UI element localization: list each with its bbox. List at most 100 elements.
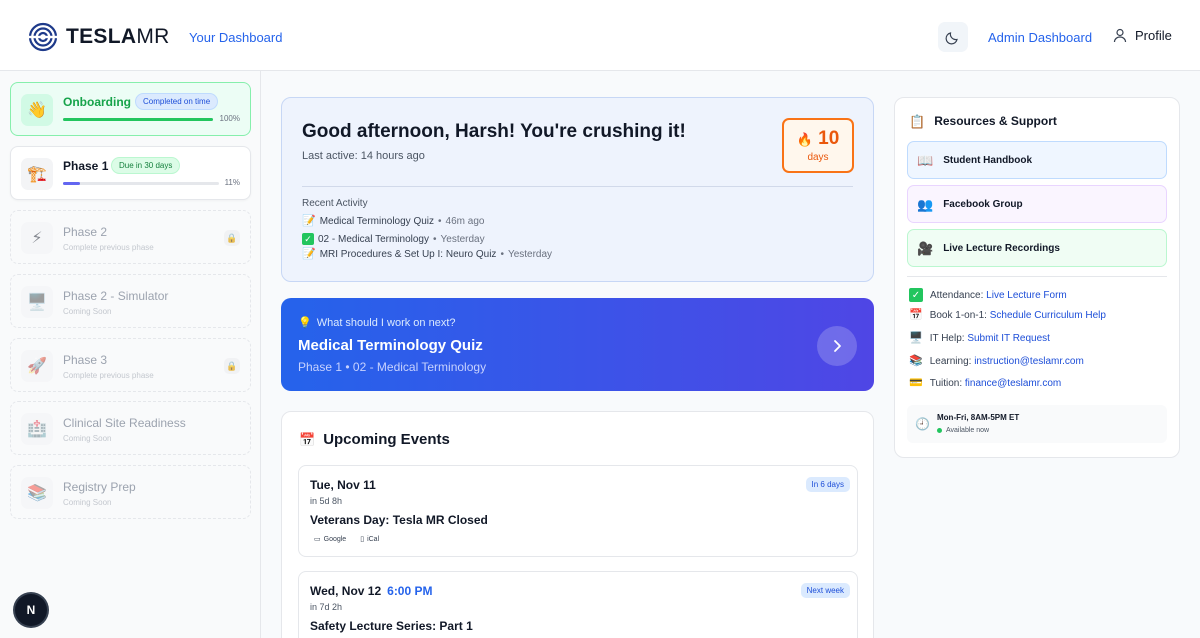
people-icon: 👥 bbox=[917, 196, 934, 212]
rocket-icon: 🚀 bbox=[21, 350, 53, 382]
calendar-icon: 📅 bbox=[299, 432, 316, 447]
phase-subtitle: Complete previous phase bbox=[63, 371, 154, 380]
lock-icon: 🔒 bbox=[224, 358, 240, 374]
divider bbox=[907, 276, 1167, 277]
phase-1[interactable]: 🏗️ Phase 1 Due in 30 days 11% bbox=[10, 146, 251, 200]
phase-onboarding[interactable]: 👋 Onboarding Completed on time 100% bbox=[10, 82, 251, 136]
monitor-icon: 🖥️ bbox=[21, 286, 53, 318]
profile-menu[interactable]: Profile bbox=[1113, 28, 1172, 43]
availability-status: Available now bbox=[937, 427, 989, 434]
check-icon: ✓ bbox=[909, 288, 923, 302]
lock-icon: 🔒 bbox=[224, 230, 240, 246]
event-date: Wed, Nov 12 6:00 PM bbox=[310, 584, 433, 598]
greeting-heading: Good afternoon, Harsh! You're crushing i… bbox=[302, 121, 686, 142]
activity-item[interactable]: 📝 Medical Terminology Quiz • 46m ago bbox=[302, 216, 484, 228]
memo-icon: 📝 bbox=[302, 248, 316, 260]
books-icon: 📚 bbox=[909, 355, 923, 367]
hours-text: Mon-Fri, 8AM-5PM ET bbox=[937, 413, 1020, 422]
phase-title: Phase 2 - Simulator bbox=[63, 289, 169, 303]
check-icon: ✓ bbox=[302, 233, 314, 245]
book-icon: 📖 bbox=[917, 152, 934, 168]
last-active-text: Last active: 14 hours ago bbox=[302, 150, 425, 162]
logo[interactable]: TESLAMR bbox=[28, 22, 170, 52]
profile-label: Profile bbox=[1135, 28, 1172, 43]
phase-registry-prep[interactable]: 📚 Registry Prep Coming Soon bbox=[10, 465, 251, 519]
ical-link[interactable]: ▯ iCal bbox=[360, 535, 379, 544]
phase-subtitle: Complete previous phase bbox=[63, 243, 154, 252]
bolt-icon: ⚡ bbox=[21, 222, 53, 254]
status-dot bbox=[937, 428, 942, 433]
logo-icon bbox=[28, 22, 58, 52]
resources-card: 📋 Resources & Support 📖 Student Handbook … bbox=[894, 97, 1180, 458]
status-badge: Completed on time bbox=[135, 93, 219, 110]
support-hours: 🕘 Mon-Fri, 8AM-5PM ET Available now bbox=[907, 405, 1167, 443]
card-icon: 💳 bbox=[909, 377, 923, 389]
wave-icon: 👋 bbox=[21, 94, 53, 126]
chevron-right-icon bbox=[834, 340, 841, 352]
next-task-card[interactable]: 💡 What should I work on next? Medical Te… bbox=[281, 298, 874, 391]
event-badge: Next week bbox=[800, 583, 850, 598]
streak-value: 🔥 10 bbox=[796, 128, 840, 149]
event-countdown: in 5d 8h bbox=[310, 496, 343, 506]
attendance-line: ✓ Attendance: Live Lecture Form bbox=[909, 288, 1067, 302]
event-name: Safety Lecture Series: Part 1 bbox=[310, 619, 473, 633]
facebook-group-button[interactable]: 👥 Facebook Group bbox=[907, 185, 1167, 223]
fire-icon: 🔥 bbox=[796, 132, 813, 147]
due-badge: Due in 30 days bbox=[111, 157, 181, 174]
phase-2-simulator[interactable]: 🖥️ Phase 2 - Simulator Coming Soon bbox=[10, 274, 251, 328]
recent-activity-title: Recent Activity bbox=[302, 198, 368, 209]
user-icon bbox=[1113, 28, 1127, 43]
book-one-on-one-line: 📅 Book 1-on-1: Schedule Curriculum Help bbox=[909, 309, 1106, 322]
dev-tools-button[interactable]: N bbox=[15, 594, 47, 626]
upcoming-events-card: 📅 Upcoming Events Tue, Nov 11 in 5d 8h V… bbox=[281, 411, 874, 638]
event-item[interactable]: Tue, Nov 11 in 5d 8h Veterans Day: Tesla… bbox=[298, 465, 858, 557]
activity-item[interactable]: ✓ 02 - Medical Terminology • Yesterday bbox=[302, 233, 485, 245]
phase-2[interactable]: ⚡ Phase 2 Complete previous phase 🔒 bbox=[10, 210, 251, 264]
phase-title: Clinical Site Readiness bbox=[63, 416, 186, 430]
streak-badge: 🔥 10 days bbox=[782, 118, 854, 173]
attendance-link[interactable]: Live Lecture Form bbox=[986, 290, 1067, 301]
phase-title: Onboarding bbox=[63, 95, 131, 109]
file-icon: ▯ bbox=[360, 536, 365, 543]
event-name: Veterans Day: Tesla MR Closed bbox=[310, 513, 488, 527]
phase-clinical-site-readiness[interactable]: 🏥 Clinical Site Readiness Coming Soon bbox=[10, 401, 251, 455]
progress-bar bbox=[63, 118, 213, 121]
clock-icon: 🕘 bbox=[915, 417, 930, 431]
student-handbook-button[interactable]: 📖 Student Handbook bbox=[907, 141, 1167, 179]
phase-subtitle: Coming Soon bbox=[63, 307, 112, 316]
it-request-link[interactable]: Submit IT Request bbox=[967, 333, 1050, 344]
books-icon: 📚 bbox=[21, 477, 53, 509]
event-date: Tue, Nov 11 bbox=[310, 478, 376, 492]
phase-3[interactable]: 🚀 Phase 3 Complete previous phase 🔒 bbox=[10, 338, 251, 392]
calendar-icon: ▭ bbox=[314, 536, 321, 543]
event-item[interactable]: Wed, Nov 12 6:00 PM in 7d 2h Safety Lectu… bbox=[298, 571, 858, 638]
dark-mode-toggle[interactable] bbox=[938, 22, 968, 52]
event-time: 6:00 PM bbox=[387, 584, 433, 598]
next-task-subtitle: Phase 1 • 02 - Medical Terminology bbox=[298, 360, 487, 374]
phase-title: Phase 1 bbox=[63, 159, 109, 173]
phase-sidebar: 👋 Onboarding Completed on time 100% 🏗️ P… bbox=[0, 71, 261, 638]
logo-text: TESLAMR bbox=[66, 25, 170, 48]
resources-title: 📋 Resources & Support bbox=[909, 113, 1057, 129]
instruction-email-link[interactable]: instruction@teslamr.com bbox=[974, 356, 1084, 367]
progress-percent: 100% bbox=[219, 114, 240, 123]
hospital-icon: 🏥 bbox=[21, 413, 53, 445]
activity-item[interactable]: 📝 MRI Procedures & Set Up I: Neuro Quiz •… bbox=[302, 248, 552, 261]
schedule-help-link[interactable]: Schedule Curriculum Help bbox=[990, 310, 1106, 321]
top-header: TESLAMR Your Dashboard Admin Dashboard P… bbox=[0, 0, 1200, 71]
crane-icon: 🏗️ bbox=[21, 158, 53, 190]
google-calendar-link[interactable]: ▭ Google bbox=[314, 535, 346, 544]
it-help-line: 🖥️ IT Help: Submit IT Request bbox=[909, 332, 1050, 345]
phase-title: Phase 3 bbox=[63, 353, 108, 367]
admin-dashboard-link[interactable]: Admin Dashboard bbox=[988, 30, 1092, 45]
nav-your-dashboard[interactable]: Your Dashboard bbox=[189, 30, 282, 45]
lecture-recordings-button[interactable]: 🎥 Live Lecture Recordings bbox=[907, 229, 1167, 267]
events-title: 📅 Upcoming Events bbox=[299, 431, 450, 448]
next-arrow-button[interactable] bbox=[817, 326, 857, 366]
notebook-icon: 📋 bbox=[909, 113, 926, 129]
phase-title: Registry Prep bbox=[63, 480, 136, 494]
calendar-links: ▭ Google ▯ iCal bbox=[314, 535, 379, 544]
phase-subtitle: Coming Soon bbox=[63, 498, 112, 507]
finance-email-link[interactable]: finance@teslamr.com bbox=[965, 378, 1061, 389]
next-task-title: Medical Terminology Quiz bbox=[298, 337, 483, 354]
